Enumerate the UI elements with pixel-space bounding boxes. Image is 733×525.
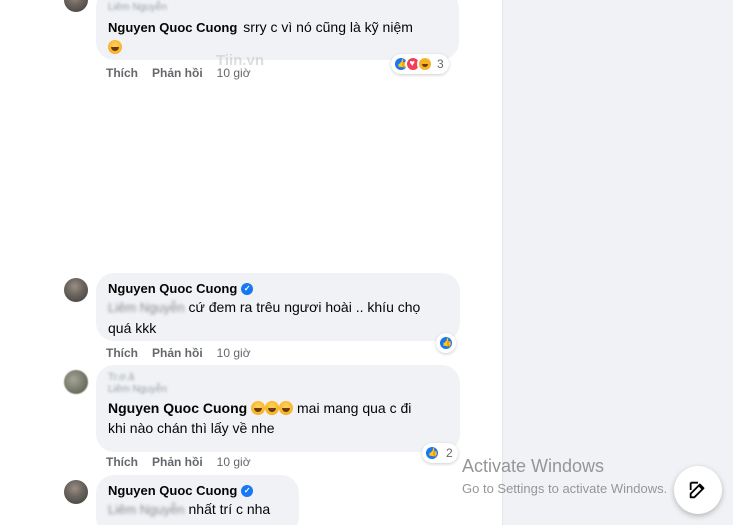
comment-text-continued: quá kkk (108, 320, 157, 336)
verified-badge-icon: ✓ (241, 484, 254, 497)
comment-bubble: Liêm Nguyễn Nguyen Quoc Cuong srry c vì … (96, 0, 459, 60)
like-icon (424, 445, 440, 461)
like-icon (438, 335, 454, 351)
mentioned-user[interactable]: Liêm Nguyễn (108, 502, 185, 517)
laughing-emoji-icon (279, 401, 294, 415)
comment-author[interactable]: Nguyen Quoc Cuong (108, 281, 237, 296)
comment-text: srry c vì nó cũng là kỹ niệm (243, 19, 413, 35)
laughing-emoji-icon (265, 401, 280, 415)
edit-icon (689, 481, 705, 499)
comment-text-continued: khi nào chán thì lấy về nhe (108, 420, 275, 436)
reply-header: Tr.ơ.ả (108, 372, 135, 383)
reply-button[interactable]: Phản hồi (152, 66, 203, 80)
comment-bubble: Tr.ơ.ả Liêm Nguyễn Nguyen Quoc Cuong mai… (96, 365, 460, 452)
reply-button[interactable]: Phản hồi (152, 455, 203, 469)
activate-windows-subtitle: Go to Settings to activate Windows. (462, 481, 668, 496)
comment-bubble: Nguyen Quoc Cuong ✓ Liêm Nguyễn cứ đem r… (96, 273, 460, 341)
avatar[interactable] (64, 278, 88, 302)
comment-bubble: Nguyen Quoc Cuong ✓ Liêm Nguyễn nhất trí… (96, 475, 299, 525)
comment-actions: Thích Phản hồi 10 giờ (106, 346, 251, 360)
like-button[interactable]: Thích (106, 66, 138, 80)
avatar[interactable] (64, 0, 88, 12)
activate-windows-overlay: Activate Windows Go to Settings to activ… (462, 456, 667, 496)
like-button[interactable]: Thích (106, 346, 138, 360)
reply-to-label: Liêm Nguyễn (108, 2, 167, 13)
reply-button[interactable]: Phản hồi (152, 346, 203, 360)
comment-actions: Thích Phản hồi 10 giờ (106, 66, 251, 80)
reply-to-label: Liêm Nguyễn (108, 384, 167, 395)
reaction-count: 2 (446, 446, 453, 460)
avatar[interactable] (64, 480, 88, 504)
comment-time[interactable]: 10 giờ (217, 455, 251, 469)
avatar[interactable] (64, 370, 88, 394)
reactions-summary[interactable]: 3 (391, 54, 449, 74)
reactions-summary[interactable] (436, 333, 456, 353)
comment-text: nhất trí c nha (188, 501, 271, 517)
comments-panel: Liêm Nguyễn Nguyen Quoc Cuong srry c vì … (0, 0, 502, 525)
comment-author[interactable]: Nguyen Quoc Cuong (108, 20, 237, 35)
comment-time[interactable]: 10 giờ (217, 346, 251, 360)
laughing-emoji-icon (108, 40, 122, 54)
right-sidebar (502, 0, 733, 525)
comment-author[interactable]: Nguyen Quoc Cuong (108, 400, 247, 416)
reactions-summary[interactable]: 2 (422, 443, 458, 463)
haha-icon (417, 56, 433, 72)
reaction-count: 3 (437, 57, 444, 71)
activate-windows-title: Activate Windows (462, 456, 605, 476)
mentioned-user[interactable]: Liêm Nguyễn (108, 300, 185, 315)
comment-author[interactable]: Nguyen Quoc Cuong (108, 483, 237, 498)
comment-time[interactable]: 10 giờ (217, 66, 251, 80)
verified-badge-icon: ✓ (241, 282, 254, 295)
comment-text: mai mang qua c đi (297, 400, 412, 416)
comment-text: cứ đem ra trêu ngươi hoài .. khíu chọ (188, 299, 421, 315)
laughing-emoji-icon (251, 401, 266, 415)
new-message-button[interactable] (674, 466, 722, 514)
like-button[interactable]: Thích (106, 455, 138, 469)
comment-actions: Thích Phản hồi 10 giờ (106, 455, 251, 469)
